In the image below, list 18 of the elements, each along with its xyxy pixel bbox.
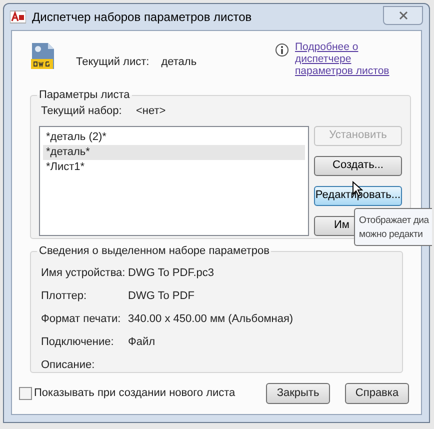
field-value: Файл <box>128 334 156 350</box>
field-value: DWG To PDF.pc3 <box>128 266 214 281</box>
current-set-value: <нет> <box>136 104 166 120</box>
current-sheet-label: Текущий лист: <box>76 55 150 70</box>
field-label: Подключение: <box>41 334 115 350</box>
window-title: Диспетчер наборов параметров листов <box>32 9 252 26</box>
field-value: 340.00 x 450.00 мм (Альбомная) <box>128 312 294 327</box>
group-title: Параметры листа <box>38 88 131 103</box>
current-sheet-value: деталь <box>161 55 197 70</box>
group-title: Сведения о выделенном наборе параметров <box>38 244 270 259</box>
current-set-label: Текущий набор: <box>41 104 123 120</box>
field-label: Плоттер: <box>41 288 88 304</box>
field-value: DWG To PDF <box>128 288 194 304</box>
field-label: Формат печати: <box>41 312 122 327</box>
field-label: Имя устройства: <box>41 266 126 281</box>
checkbox-label: Показывать при создании нового листа <box>34 386 236 402</box>
tooltip: Отображает диа можно редакти <box>354 208 432 246</box>
field-label: Описание: <box>41 358 96 373</box>
